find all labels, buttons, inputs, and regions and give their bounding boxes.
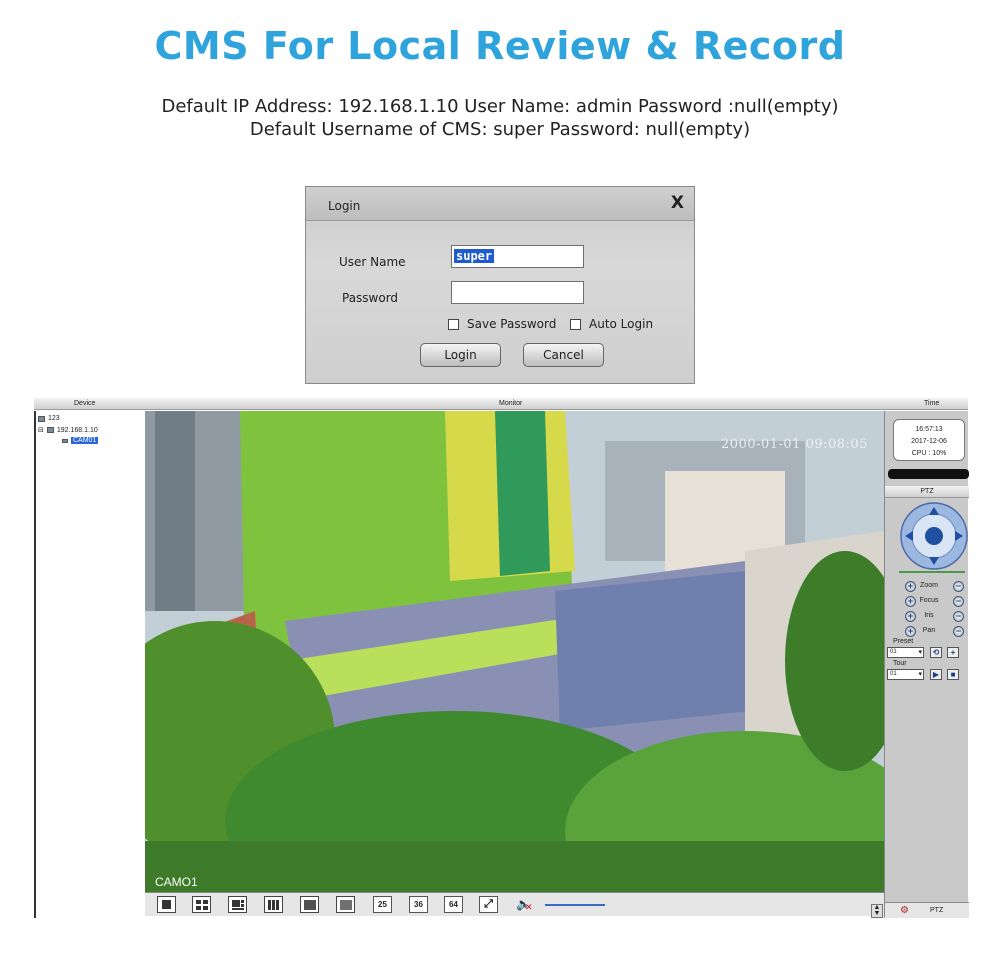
pan-stop-button[interactable]: − (953, 626, 964, 637)
camera-scene (145, 411, 884, 892)
layout-6-button[interactable] (228, 896, 247, 913)
ptz-focus-row: + Focus − (905, 596, 969, 608)
info-line-cms-user: Default Username of CMS: super Password:… (249, 119, 751, 140)
status-bar (888, 469, 969, 479)
tour-label: Tour (893, 660, 907, 667)
tree-root[interactable]: 123 (38, 415, 60, 422)
camera-icon (62, 438, 68, 443)
info-line-ip: Default IP Address: 192.168.1.10 User Na… (161, 96, 839, 117)
osd-timestamp: 2000-01-01 09:08:05 (721, 437, 868, 452)
login-title: Login (328, 199, 361, 213)
video-feed[interactable]: 2000-01-01 09:08:05 CAMO1 (145, 411, 884, 892)
ptz-footer: ▲ ▼ ⚙ PTZ (871, 902, 969, 918)
save-password-checkbox[interactable]: Save Password (448, 317, 556, 331)
layout-36-button[interactable]: 36 (409, 896, 428, 913)
osd-camera-label: CAMO1 (155, 875, 198, 889)
ptz-iris-row: + Iris − (905, 611, 969, 623)
tour-select[interactable]: 01 (887, 669, 924, 680)
ptz-footer-label[interactable]: PTZ (930, 907, 943, 914)
monitor-header: Monitor (499, 400, 523, 407)
cms-header: Device Monitor Time (34, 398, 968, 410)
user-name-value: super (454, 249, 495, 263)
time-header: Time (924, 400, 940, 407)
mute-x-icon: ✕ (525, 902, 533, 912)
ptz-speed-slider[interactable] (899, 571, 965, 573)
control-panel: 16:57:13 2017-12-06 CPU : 10% PTZ + Zoom… (871, 411, 969, 918)
save-password-label: Save Password (467, 317, 557, 331)
device-header: Device (74, 400, 96, 407)
layout-1-button[interactable] (157, 896, 176, 913)
layout-9-button[interactable] (300, 896, 319, 913)
tour-value: 01 (890, 671, 897, 677)
volume-slider[interactable] (545, 904, 605, 906)
login-titlebar: Login X (306, 187, 694, 221)
page-title: CMS For Local Review & Record (154, 24, 846, 68)
focus-label: Focus (919, 597, 939, 604)
auto-login-checkbox[interactable]: Auto Login (570, 317, 653, 331)
user-name-label: User Name (339, 255, 406, 269)
focus-out-button[interactable]: − (953, 596, 964, 607)
clock-display: 16:57:13 2017-12-06 CPU : 10% (893, 419, 965, 461)
preset-value: 01 (890, 649, 897, 655)
ptz-title: PTZ (920, 488, 934, 495)
preset-add-button[interactable]: + (947, 647, 959, 658)
auto-login-label: Auto Login (589, 317, 654, 331)
checkbox-box[interactable] (448, 318, 459, 330)
preset-goto-button[interactable]: ⟲ (930, 647, 942, 658)
dvr-icon (46, 427, 54, 433)
clock-time: 16:57:13 (915, 426, 943, 433)
layout-25-button[interactable]: 25 (373, 896, 392, 913)
ptz-zoom-row: + Zoom − (905, 581, 969, 593)
password-label: Password (342, 291, 399, 305)
cancel-button[interactable]: Cancel (523, 343, 604, 367)
cms-window: Device Monitor Time 123 ⊟ 192.168.1.10 C… (34, 398, 969, 918)
cpu-usage: CPU : 10% (911, 450, 947, 457)
layout-64-button[interactable]: 64 (444, 896, 463, 913)
checkbox-box[interactable] (570, 318, 581, 330)
ptz-settings-icon[interactable]: ⚙ (900, 905, 909, 916)
panel-toggle-arrows-icon[interactable]: ▲ ▼ (871, 904, 883, 918)
layout-8-button[interactable] (264, 896, 283, 913)
ptz-direction-pad[interactable] (899, 501, 969, 571)
password-field[interactable] (451, 281, 584, 304)
tree-root-label: 123 (48, 415, 60, 422)
login-dialog: Login X User Name Password super Save Pa… (305, 186, 695, 384)
tour-play-button[interactable]: ▶ (930, 669, 942, 680)
zoom-out-button[interactable]: − (953, 581, 964, 592)
tree-device[interactable]: ⊟ 192.168.1.10 (38, 426, 98, 435)
collapse-icon[interactable]: ⊟ (38, 426, 44, 434)
preset-select[interactable]: 01 (887, 647, 924, 658)
clock-date: 2017-12-06 (911, 438, 947, 445)
layout-4-button[interactable] (192, 896, 211, 913)
pan-label: Pan (922, 627, 936, 634)
close-icon[interactable]: X (671, 193, 684, 213)
zoom-label: Zoom (920, 582, 938, 589)
tree-camera[interactable]: CAM01 (62, 437, 99, 444)
tree-device-label: 192.168.1.10 (56, 426, 98, 434)
login-button[interactable]: Login (420, 343, 501, 367)
preset-label: Preset (893, 638, 914, 645)
layout-16-button[interactable] (336, 896, 355, 913)
iris-label: Iris (924, 612, 934, 619)
video-toolbar: 25 36 64 ⤢ 🔈 ✕ (145, 892, 884, 916)
group-icon (38, 415, 45, 422)
device-tree: 123 ⊟ 192.168.1.10 CAM01 (34, 411, 145, 918)
tour-stop-button[interactable]: ■ (947, 669, 959, 680)
tree-camera-label: CAM01 (71, 437, 99, 444)
ptz-pan-row: + Pan − (905, 626, 969, 638)
fullscreen-icon[interactable]: ⤢ (479, 896, 498, 913)
user-name-field[interactable]: super (451, 245, 584, 268)
iris-close-button[interactable]: − (953, 611, 964, 622)
